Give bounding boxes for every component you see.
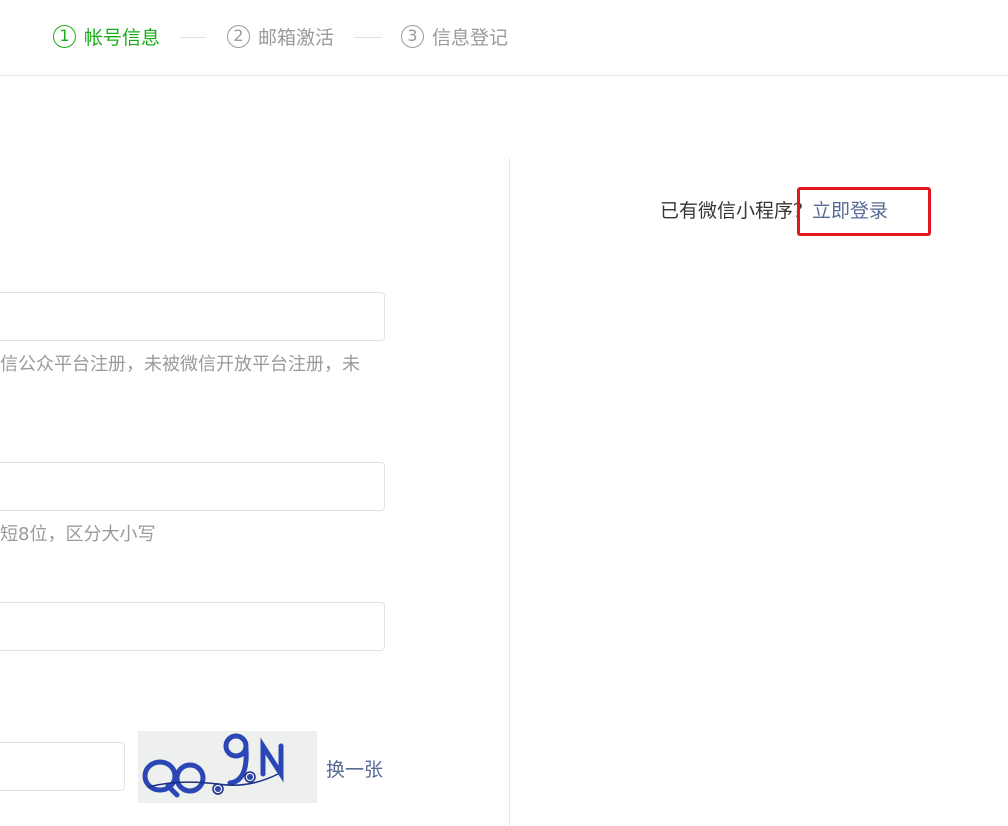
step-number: 3: [401, 24, 424, 48]
step-connector: [354, 37, 382, 38]
email-tip: 信公众平台注册，未被微信开放平台注册，未: [0, 354, 360, 375]
captcha-graphic: [142, 733, 284, 798]
registration-steps: 1 帐号信息 2 邮箱激活 3 信息登记: [0, 0, 1008, 76]
step-email-activation: 2 邮箱激活: [227, 22, 334, 50]
annotation-highlight-box: [797, 187, 931, 236]
step-connector: [180, 37, 206, 38]
vertical-divider: [509, 158, 510, 826]
step-account-info: 1 帐号信息: [53, 22, 160, 50]
password-tip: 短8位，区分大小写: [0, 524, 156, 545]
captcha-image[interactable]: [138, 731, 317, 803]
password-field[interactable]: [0, 462, 385, 511]
step-label: 邮箱激活: [258, 26, 335, 49]
step-number: 2: [227, 24, 250, 48]
captcha-input[interactable]: [0, 742, 125, 791]
register-page: 1 帐号信息 2 邮箱激活 3 信息登记 信公众平台注册，未被微信开放平台注册，…: [0, 0, 1008, 826]
step-info-registration: 3 信息登记: [401, 22, 508, 50]
step-label: 帐号信息: [84, 26, 161, 49]
step-number: 1: [53, 24, 76, 48]
email-field[interactable]: [0, 292, 385, 341]
confirm-password-field[interactable]: [0, 602, 385, 651]
step-label: 信息登记: [432, 26, 509, 49]
login-question: 已有微信小程序？: [660, 200, 813, 222]
refresh-captcha-link[interactable]: 换一张: [326, 755, 383, 782]
